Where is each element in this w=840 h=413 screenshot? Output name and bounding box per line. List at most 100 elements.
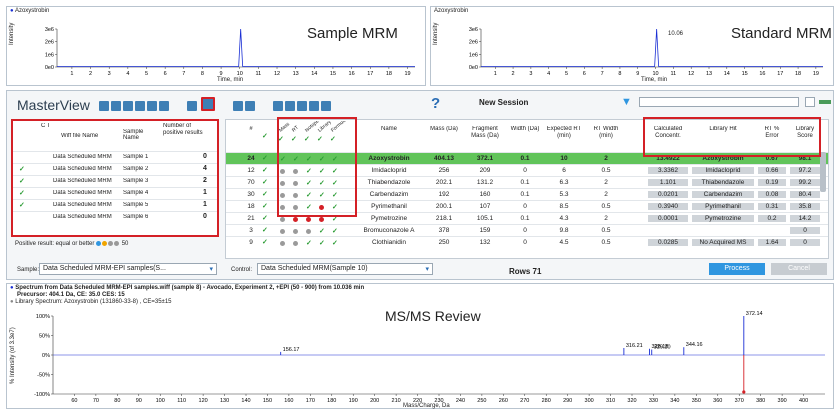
col-header-rtw[interactable]: RT Width (min): [588, 126, 624, 140]
x-tick-label: 8: [618, 71, 621, 77]
library-icon[interactable]: [320, 101, 331, 111]
flag-neutral-icon: [293, 228, 298, 234]
cell-width: 0: [523, 203, 527, 210]
row-check[interactable]: ✓: [262, 226, 268, 234]
msms-chart[interactable]: 100% 50% 0% -50% -100% 60 70 80 90 100 110 120 130 14…: [7, 284, 835, 410]
sample-mrm-chart[interactable]: 1 2 3 4 5 6 7 8 9 10 11 12 13 14 15 16 17 18 193e62e61e60e…: [7, 7, 427, 87]
x-tick-label: 18: [795, 71, 801, 77]
select-all-check[interactable]: ✓: [262, 132, 268, 140]
folder-icon[interactable]: [111, 101, 121, 111]
col-header-frag[interactable]: Fragment Mass (Da): [466, 126, 504, 140]
flag-columns-icon[interactable]: [200, 97, 215, 111]
wiff-header[interactable]: Wiff file Name: [61, 133, 98, 139]
compound-row[interactable]: ✓ ✓ ✓ ✓ 9 Clothianidin 250 132 0 4.5 0.5 0.0285 No A…: [226, 236, 828, 248]
filter-table-icon[interactable]: [159, 101, 169, 111]
msms-x-tick-label: 340: [670, 398, 679, 404]
cell-n: 3: [249, 227, 253, 234]
col-header-mass[interactable]: Mass (Da): [424, 126, 464, 133]
x-tick-label: 12: [688, 71, 694, 77]
sample-name: Sample 1: [123, 154, 149, 160]
col-header-exp[interactable]: Expected RT (min): [546, 126, 582, 140]
y-tick-label: 3e6: [469, 27, 478, 33]
x-tick-label: 5: [145, 71, 148, 77]
cell-rtw: 2: [604, 155, 608, 162]
cancel-button[interactable]: Cancel: [771, 263, 827, 275]
filter-checkbox[interactable]: [805, 97, 815, 107]
grid-icon[interactable]: [232, 101, 243, 111]
row-check[interactable]: ✓: [262, 166, 268, 174]
col-header-name[interactable]: Name: [356, 126, 422, 133]
control-select[interactable]: Data Scheduled MRM(Sample 10) ▾: [257, 263, 433, 275]
table-scrollbar[interactable]: [820, 152, 826, 192]
compound-row[interactable]: ✓ ✓ ✓ 3 Bromuconazole A 378 159 0 9.8 0.5 0: [226, 224, 828, 236]
mrm-trace: [481, 28, 823, 67]
row-check[interactable]: ✓: [262, 178, 268, 186]
layout-icon[interactable]: [186, 101, 197, 111]
msms-peak-label: 316.21: [626, 343, 643, 349]
help-icon[interactable]: ?: [431, 95, 440, 112]
sample-name-header[interactable]: Sample Name: [123, 129, 155, 141]
row-check[interactable]: ✓: [262, 154, 268, 162]
row-check[interactable]: ✓: [262, 238, 268, 246]
filter-input[interactable]: [639, 97, 799, 107]
cell-exp: 5.3: [559, 191, 569, 198]
msms-x-tick-label: 380: [756, 398, 765, 404]
y-tick-label: 3e6: [45, 27, 54, 33]
row-check[interactable]: ✓: [262, 214, 268, 222]
cell-exp: 6: [562, 167, 566, 174]
row-check[interactable]: ✓: [262, 202, 268, 210]
msms-x-tick-label: 330: [649, 398, 658, 404]
sample-row[interactable]: ✓ Data Scheduled MRM Sample 4 1: [13, 187, 217, 199]
msms-x-tick-label: 250: [477, 398, 486, 404]
row-check[interactable]: ✓: [262, 190, 268, 198]
sample-select[interactable]: Data Scheduled MRM-EPI samples(S... ▾: [39, 263, 217, 275]
sample-select-label: Sample:: [17, 267, 40, 273]
cell-width: 0: [523, 227, 527, 234]
cell-n: 21: [247, 215, 255, 222]
positive-count: 1: [203, 201, 207, 208]
x-tick-label: 4: [126, 71, 129, 77]
cell-frag: 160: [479, 191, 491, 198]
settings-icon[interactable]: [272, 101, 283, 111]
process-button[interactable]: Process: [709, 263, 765, 275]
cell-width: 0: [523, 167, 527, 174]
msms-x-tick-label: 290: [563, 398, 572, 404]
flag-neutral-icon: [280, 228, 285, 234]
sample-row[interactable]: ✓ Data Scheduled MRM Sample 3 2: [13, 175, 217, 187]
num-positive-header[interactable]: Number of positive results: [163, 123, 203, 137]
msms-panel: ● Spectrum from Data Scheduled MRM-EPI s…: [6, 283, 834, 409]
ctrl-header[interactable]: C T R L: [41, 123, 49, 129]
grid2-icon[interactable]: [244, 101, 255, 111]
x-tick-label: 14: [311, 71, 317, 77]
standard-mrm-xlabel: Time, min: [641, 77, 668, 83]
save-icon[interactable]: [123, 101, 133, 111]
standard-mrm-chart[interactable]: 1 2 3 4 5 6 7 8 9 10 11 12 13 14 15 16 17 18 193e62e61e60e…: [431, 7, 835, 87]
sample-row[interactable]: ✓ Data Scheduled MRM Sample 2 4: [13, 163, 217, 175]
sample-row[interactable]: Data Scheduled MRM Sample 1 0: [13, 151, 217, 163]
cell-conc: 0.0001: [648, 215, 688, 222]
sample-row[interactable]: Data Scheduled MRM Sample 6 0: [13, 211, 217, 223]
cell-err: 1.64: [758, 239, 786, 246]
session-name: New Session: [479, 98, 529, 107]
ctrl-check[interactable]: ✓: [19, 177, 25, 185]
sample-row[interactable]: ✓ Data Scheduled MRM Sample 5 1: [13, 199, 217, 211]
report2-icon[interactable]: [308, 101, 319, 111]
ctrl-check[interactable]: ✓: [19, 201, 25, 209]
chart-icon[interactable]: [147, 101, 157, 111]
cell-score: 99.2: [790, 179, 820, 186]
report-icon[interactable]: [296, 101, 307, 111]
flag-pass-icon: ✓: [332, 240, 338, 247]
col-header-n[interactable]: #: [244, 126, 258, 133]
col-header-width[interactable]: Width (Da): [508, 126, 542, 133]
print-icon[interactable]: [284, 101, 295, 111]
cell-err: 0.19: [758, 179, 786, 186]
msms-x-tick-label: 70: [93, 398, 99, 404]
msms-x-tick-label: 160: [284, 398, 293, 404]
ctrl-check[interactable]: ✓: [19, 189, 25, 197]
cell-hit: No Acquired MS: [692, 239, 754, 246]
export-icon[interactable]: [135, 101, 145, 111]
flag-pass-icon: ✓: [319, 240, 325, 247]
ctrl-check[interactable]: ✓: [19, 165, 25, 173]
filter-icon[interactable]: ▼: [621, 96, 632, 108]
table-icon[interactable]: [99, 101, 109, 111]
